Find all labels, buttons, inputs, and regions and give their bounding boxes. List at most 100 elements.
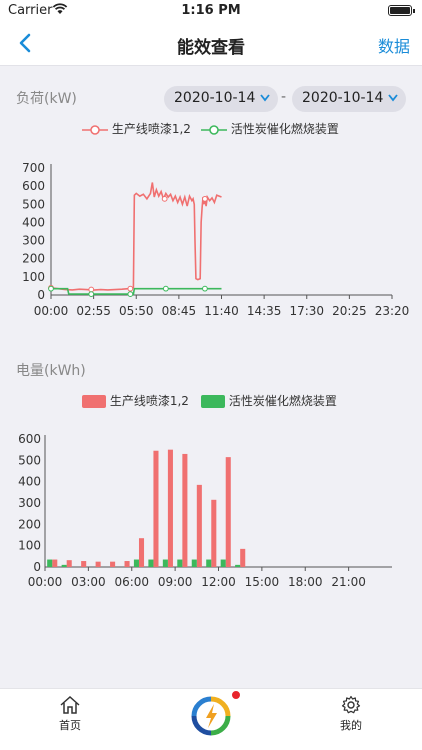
line-marker-icon bbox=[82, 124, 108, 135]
bar-series-1 bbox=[196, 484, 202, 567]
tab-profile-label: 我的 bbox=[340, 719, 362, 732]
bar-series-1 bbox=[124, 561, 130, 567]
bar-series-1 bbox=[240, 548, 246, 567]
y-tick-label: 0 bbox=[33, 560, 41, 574]
date-separator: - bbox=[281, 89, 287, 105]
bar-series-2 bbox=[177, 559, 183, 567]
clock: 1:16 PM bbox=[181, 3, 241, 18]
x-tick-label: 06:00 bbox=[114, 575, 149, 589]
x-tick-label: 20:25 bbox=[332, 304, 367, 318]
series-line-1 bbox=[50, 182, 222, 291]
x-tick-label: 18:00 bbox=[288, 575, 323, 589]
bar-series-1 bbox=[95, 561, 101, 567]
y-tick-label: 300 bbox=[18, 496, 41, 510]
bar-series-2 bbox=[162, 559, 168, 567]
status-bar: Carrier 1:16 PM bbox=[0, 0, 422, 22]
bar-swatch-icon bbox=[201, 395, 225, 408]
series-point-1 bbox=[202, 195, 208, 202]
y-tick-label: 200 bbox=[22, 252, 45, 266]
home-icon bbox=[60, 695, 80, 714]
end-date-value: 2020-10-14 bbox=[302, 90, 384, 106]
notification-badge bbox=[231, 690, 241, 700]
legend-item-series-1[interactable]: 生产线喷漆1,2 bbox=[82, 120, 191, 137]
end-date-picker[interactable]: 2020-10-14 bbox=[292, 86, 406, 112]
bar-series-1 bbox=[52, 559, 58, 567]
bar-series-2 bbox=[133, 559, 139, 567]
tab-home-label: 首页 bbox=[59, 719, 81, 732]
data-button[interactable]: 数据 bbox=[378, 33, 410, 57]
bar-series-2 bbox=[47, 559, 53, 567]
series-point-2 bbox=[88, 291, 95, 297]
start-date-value: 2020-10-14 bbox=[174, 90, 256, 106]
legend-item-series-2[interactable]: 活性炭催化燃烧装置 bbox=[201, 120, 339, 137]
navigation-bar: 能效查看 数据 bbox=[0, 22, 422, 66]
energy-bar-chart[interactable]: 600 500 400 300 200 100 000:00 03:00 06:00 09:00 1… bbox=[0, 425, 422, 595]
series-point-1 bbox=[127, 285, 134, 292]
line-marker-icon bbox=[201, 124, 227, 135]
bar-series-1 bbox=[225, 457, 231, 567]
y-tick-label: 500 bbox=[22, 197, 45, 211]
line-chart-legend: 生产线喷漆1,2 活性炭催化燃烧装置 bbox=[0, 120, 422, 138]
legend-label: 活性炭催化燃烧装置 bbox=[230, 122, 339, 136]
legend-label: 生产线喷漆1,2 bbox=[109, 394, 189, 408]
series-point-1 bbox=[161, 195, 168, 202]
x-tick-label: 23:20 bbox=[375, 304, 410, 318]
x-tick-label: 17:30 bbox=[289, 304, 324, 318]
series-point-2 bbox=[202, 285, 208, 292]
x-tick-label: 08:45 bbox=[162, 304, 197, 318]
x-tick-label: 05:50 bbox=[119, 304, 154, 318]
bar-chart-legend: 生产线喷漆1,2 活性炭催化燃烧装置 bbox=[0, 392, 422, 410]
bar-series-2 bbox=[206, 559, 212, 567]
y-tick-label: 100 bbox=[18, 539, 41, 553]
legend-item-series-2[interactable]: 活性炭催化燃烧装置 bbox=[201, 392, 337, 409]
tab-profile[interactable]: 我的 bbox=[321, 689, 381, 739]
y-tick-label: 0 bbox=[37, 288, 45, 302]
x-tick-label: 11:40 bbox=[204, 304, 239, 318]
series-point-2 bbox=[48, 285, 54, 292]
y-tick-label: 200 bbox=[18, 517, 41, 531]
series-point-2 bbox=[127, 291, 134, 297]
bar-series-1 bbox=[138, 538, 145, 567]
bar-series-2 bbox=[235, 564, 241, 567]
x-tick-label: 21:00 bbox=[331, 575, 366, 589]
load-line-chart[interactable]: 700 600 500 400 300 200 100 0 00:00 02:55 05:50 08:… bbox=[0, 150, 422, 325]
start-date-picker[interactable]: 2020-10-14 bbox=[164, 86, 278, 112]
page-title: 能效查看 bbox=[177, 38, 245, 58]
bar-series-2 bbox=[191, 559, 197, 567]
bar-series-1 bbox=[66, 560, 72, 567]
bar-series-1 bbox=[167, 449, 173, 567]
bar-series-2 bbox=[61, 564, 67, 567]
x-tick-label: 03:00 bbox=[71, 575, 106, 589]
y-tick-label: 600 bbox=[22, 179, 45, 193]
gear-icon bbox=[341, 695, 361, 714]
bar-series-1 bbox=[153, 450, 159, 567]
x-tick-label: 14:35 bbox=[247, 304, 282, 318]
bar-swatch-icon bbox=[82, 395, 106, 408]
legend-item-series-1[interactable]: 生产线喷漆1,2 bbox=[82, 392, 189, 409]
energy-section-label: 电量(kWh) bbox=[16, 363, 86, 379]
bar-series-2 bbox=[148, 559, 154, 567]
series-point-2 bbox=[162, 285, 169, 292]
chevron-down-icon bbox=[260, 94, 270, 102]
x-tick-label: 09:00 bbox=[158, 575, 193, 589]
bar-series-1 bbox=[182, 453, 188, 567]
y-tick-label: 600 bbox=[18, 432, 41, 446]
x-tick-label: 12:00 bbox=[201, 575, 236, 589]
battery-icon bbox=[388, 5, 415, 16]
x-tick-label: 00:00 bbox=[34, 304, 69, 318]
legend-label: 活性炭催化燃烧装置 bbox=[228, 394, 337, 408]
y-tick-label: 100 bbox=[22, 270, 45, 284]
legend-label: 生产线喷漆1,2 bbox=[111, 122, 191, 136]
x-tick-label: 15:00 bbox=[245, 575, 280, 589]
x-tick-label: 02:55 bbox=[76, 304, 111, 318]
tab-home[interactable]: 首页 bbox=[40, 689, 100, 739]
bar-series-1 bbox=[110, 561, 116, 567]
y-tick-label: 500 bbox=[18, 453, 41, 467]
power-section-label: 负荷(kW) bbox=[16, 91, 77, 107]
x-tick-label: 00:00 bbox=[28, 575, 63, 589]
y-tick-label: 700 bbox=[22, 161, 45, 175]
y-tick-label: 400 bbox=[22, 215, 45, 229]
chevron-down-icon bbox=[388, 94, 398, 102]
y-tick-label: 300 bbox=[22, 234, 45, 248]
bar-series-1 bbox=[211, 499, 217, 567]
